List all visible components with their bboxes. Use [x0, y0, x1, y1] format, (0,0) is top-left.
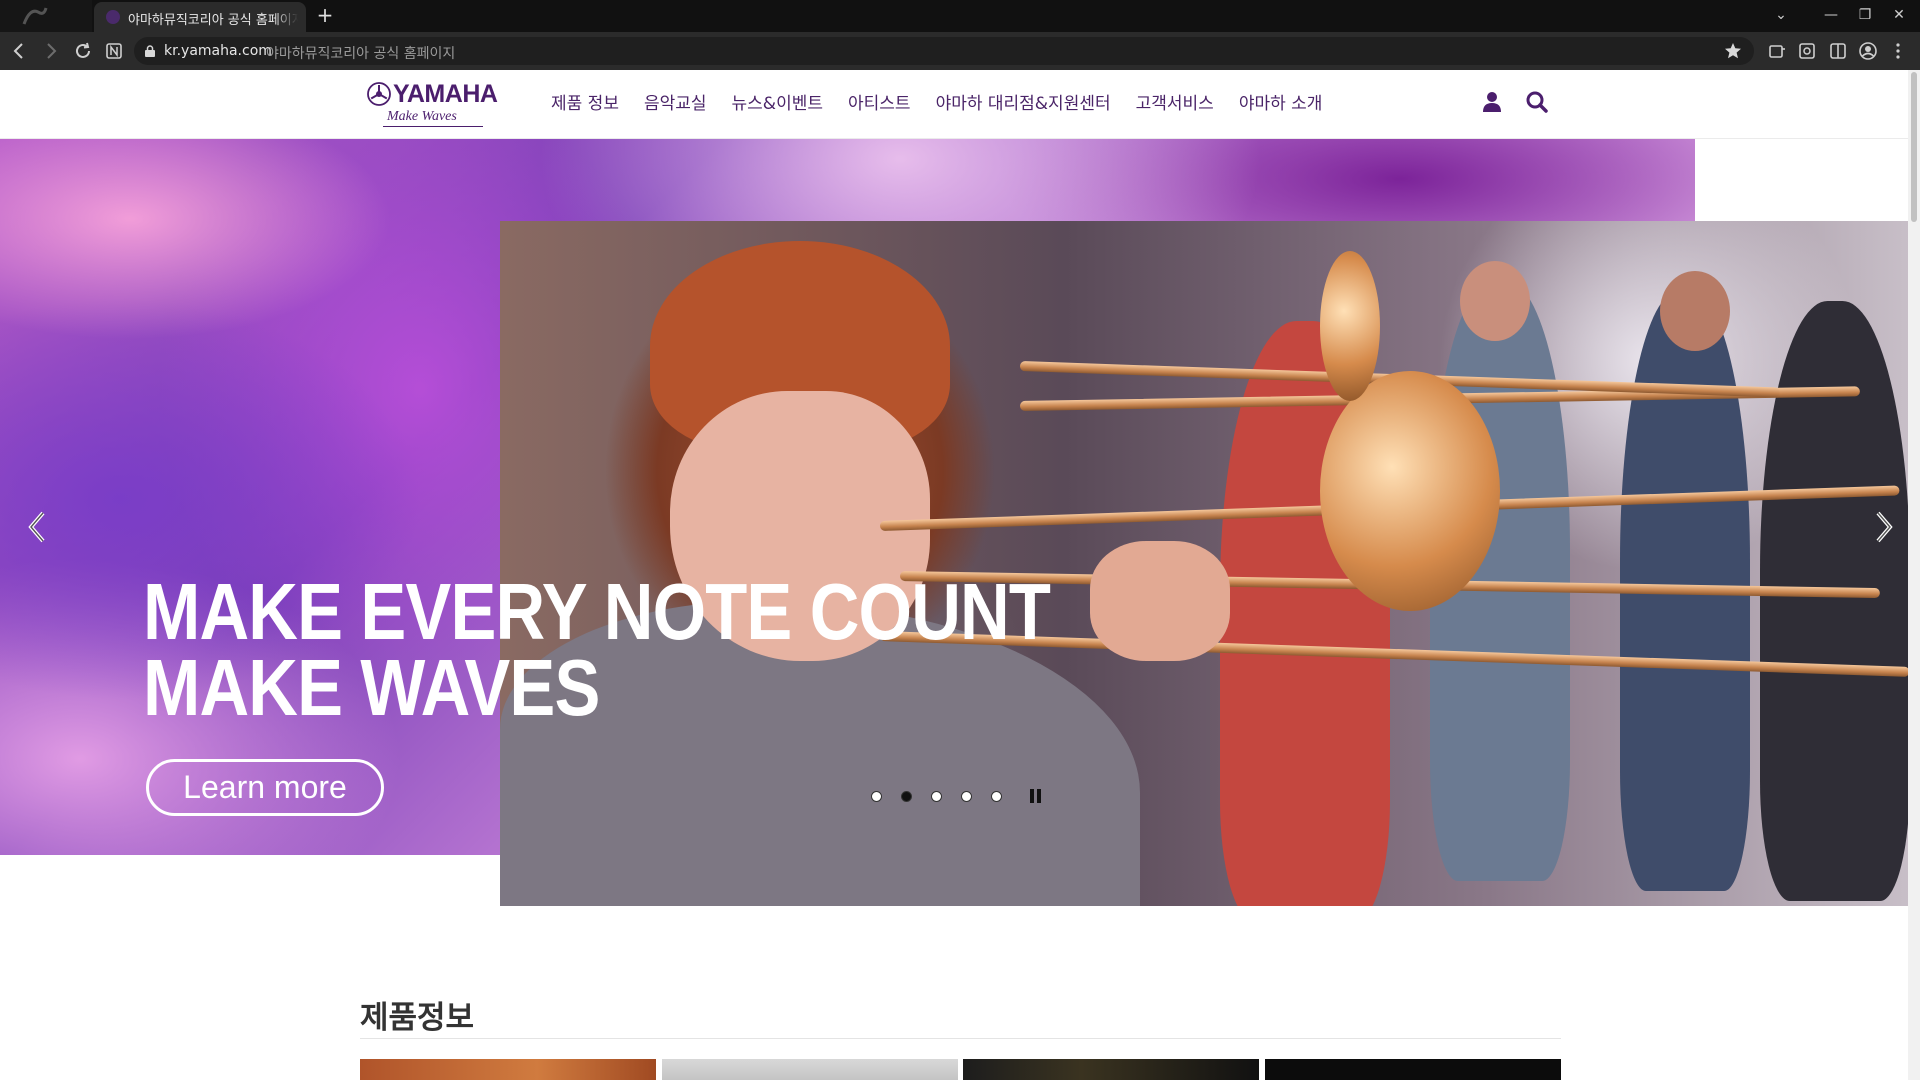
- carousel-dot-3[interactable]: [931, 791, 942, 802]
- learn-more-button[interactable]: Learn more: [146, 759, 384, 816]
- hero-trombone-photo: [500, 221, 1911, 906]
- hero-headline-line-1: MAKE EVERY NOTE COUNT: [143, 567, 1051, 656]
- hero-headline-line-2: MAKE WAVES: [143, 643, 600, 732]
- url-host: kr.yamaha.com: [164, 43, 272, 59]
- product-card-2[interactable]: [662, 1059, 958, 1080]
- nav-item-about[interactable]: 야마하 소개: [1239, 89, 1323, 114]
- browser-toolbar: kr.yamaha.com 야마하뮤직코리아 공식 홈페이지: [0, 32, 1920, 70]
- user-icon[interactable]: [1480, 90, 1504, 114]
- product-card-4[interactable]: [1265, 1059, 1561, 1080]
- extension-icon[interactable]: [1767, 41, 1787, 61]
- page-scrollbar[interactable]: [1908, 70, 1920, 1080]
- back-arrow-icon[interactable]: [8, 40, 30, 62]
- product-card-3[interactable]: [963, 1059, 1259, 1080]
- nav-item-dealers-support[interactable]: 야마하 대리점&지원센터: [936, 89, 1111, 114]
- lock-icon[interactable]: [145, 45, 155, 57]
- background-tab[interactable]: [0, 0, 92, 32]
- tab-search-chevron-icon[interactable]: ⌄: [1768, 4, 1794, 26]
- nav-item-news-events[interactable]: 뉴스&이벤트: [732, 89, 823, 114]
- hero-headline: MAKE EVERY NOTE COUNT MAKE WAVES: [143, 567, 1051, 732]
- logo-underline: [383, 126, 483, 127]
- screenshot-icon[interactable]: [1797, 41, 1817, 61]
- tuning-fork-emblem-icon: [367, 82, 391, 106]
- tab-favicon-icon: [106, 10, 120, 24]
- scrollbar-thumb[interactable]: [1911, 72, 1917, 222]
- more-menu-icon[interactable]: [1888, 41, 1908, 61]
- tab-title: 야마하뮤직코리아 공식 홈페이지: [128, 9, 298, 28]
- search-icon[interactable]: [1525, 90, 1549, 114]
- reader-mode-icon[interactable]: [103, 40, 125, 62]
- browser-tab-bar: 야마하뮤직코리아 공식 홈페이지 + ⌄ — ❐ ✕: [0, 0, 1920, 32]
- nav-item-artists[interactable]: 아티스트: [848, 89, 911, 114]
- products-section-title: 제품정보: [360, 1000, 475, 1036]
- restore-button[interactable]: ❐: [1852, 4, 1878, 26]
- new-tab-button[interactable]: +: [314, 5, 336, 27]
- logo-brand-text: YAMAHA: [393, 80, 498, 108]
- carousel-dot-4[interactable]: [961, 791, 972, 802]
- active-tab[interactable]: 야마하뮤직코리아 공식 홈페이지: [94, 2, 306, 32]
- nav-item-customer-service[interactable]: 고객서비스: [1136, 89, 1214, 114]
- nav-item-products[interactable]: 제품 정보: [551, 89, 619, 114]
- product-card-1[interactable]: [360, 1059, 656, 1080]
- address-bar[interactable]: kr.yamaha.com 야마하뮤직코리아 공식 홈페이지: [134, 37, 1754, 65]
- carousel-dot-5[interactable]: [991, 791, 1002, 802]
- global-nav: 제품 정보 음악교실 뉴스&이벤트 아티스트 야마하 대리점&지원센터 고객서비…: [551, 89, 1347, 114]
- minimize-button[interactable]: —: [1818, 4, 1844, 26]
- tab-favicon-icon: [22, 7, 48, 25]
- profile-icon[interactable]: [1858, 41, 1878, 61]
- yamaha-logo[interactable]: YAMAHA Make Waves: [367, 80, 498, 130]
- carousel-pagination: [871, 788, 1041, 804]
- carousel-dot-1[interactable]: [871, 791, 882, 802]
- split-view-icon[interactable]: [1828, 41, 1848, 61]
- site-header: YAMAHA Make Waves 제품 정보 음악교실 뉴스&이벤트 아티스트…: [0, 70, 1920, 139]
- carousel-dot-2[interactable]: [901, 791, 912, 802]
- carousel-prev-chevron-icon[interactable]: [23, 505, 53, 549]
- url-page-title: 야마하뮤직코리아 공식 홈페이지: [266, 46, 456, 62]
- nav-item-music-school[interactable]: 음악교실: [644, 89, 707, 114]
- carousel-pause-icon[interactable]: [1029, 789, 1043, 803]
- close-window-button[interactable]: ✕: [1886, 4, 1912, 26]
- logo-tagline-text: Make Waves: [387, 109, 457, 124]
- bookmark-star-icon[interactable]: [1724, 42, 1742, 60]
- product-card-row: [360, 1059, 1561, 1080]
- reload-icon[interactable]: [72, 40, 94, 62]
- carousel-next-chevron-icon[interactable]: [1868, 505, 1898, 549]
- section-divider: [360, 1038, 1561, 1039]
- forward-arrow-icon[interactable]: [40, 40, 62, 62]
